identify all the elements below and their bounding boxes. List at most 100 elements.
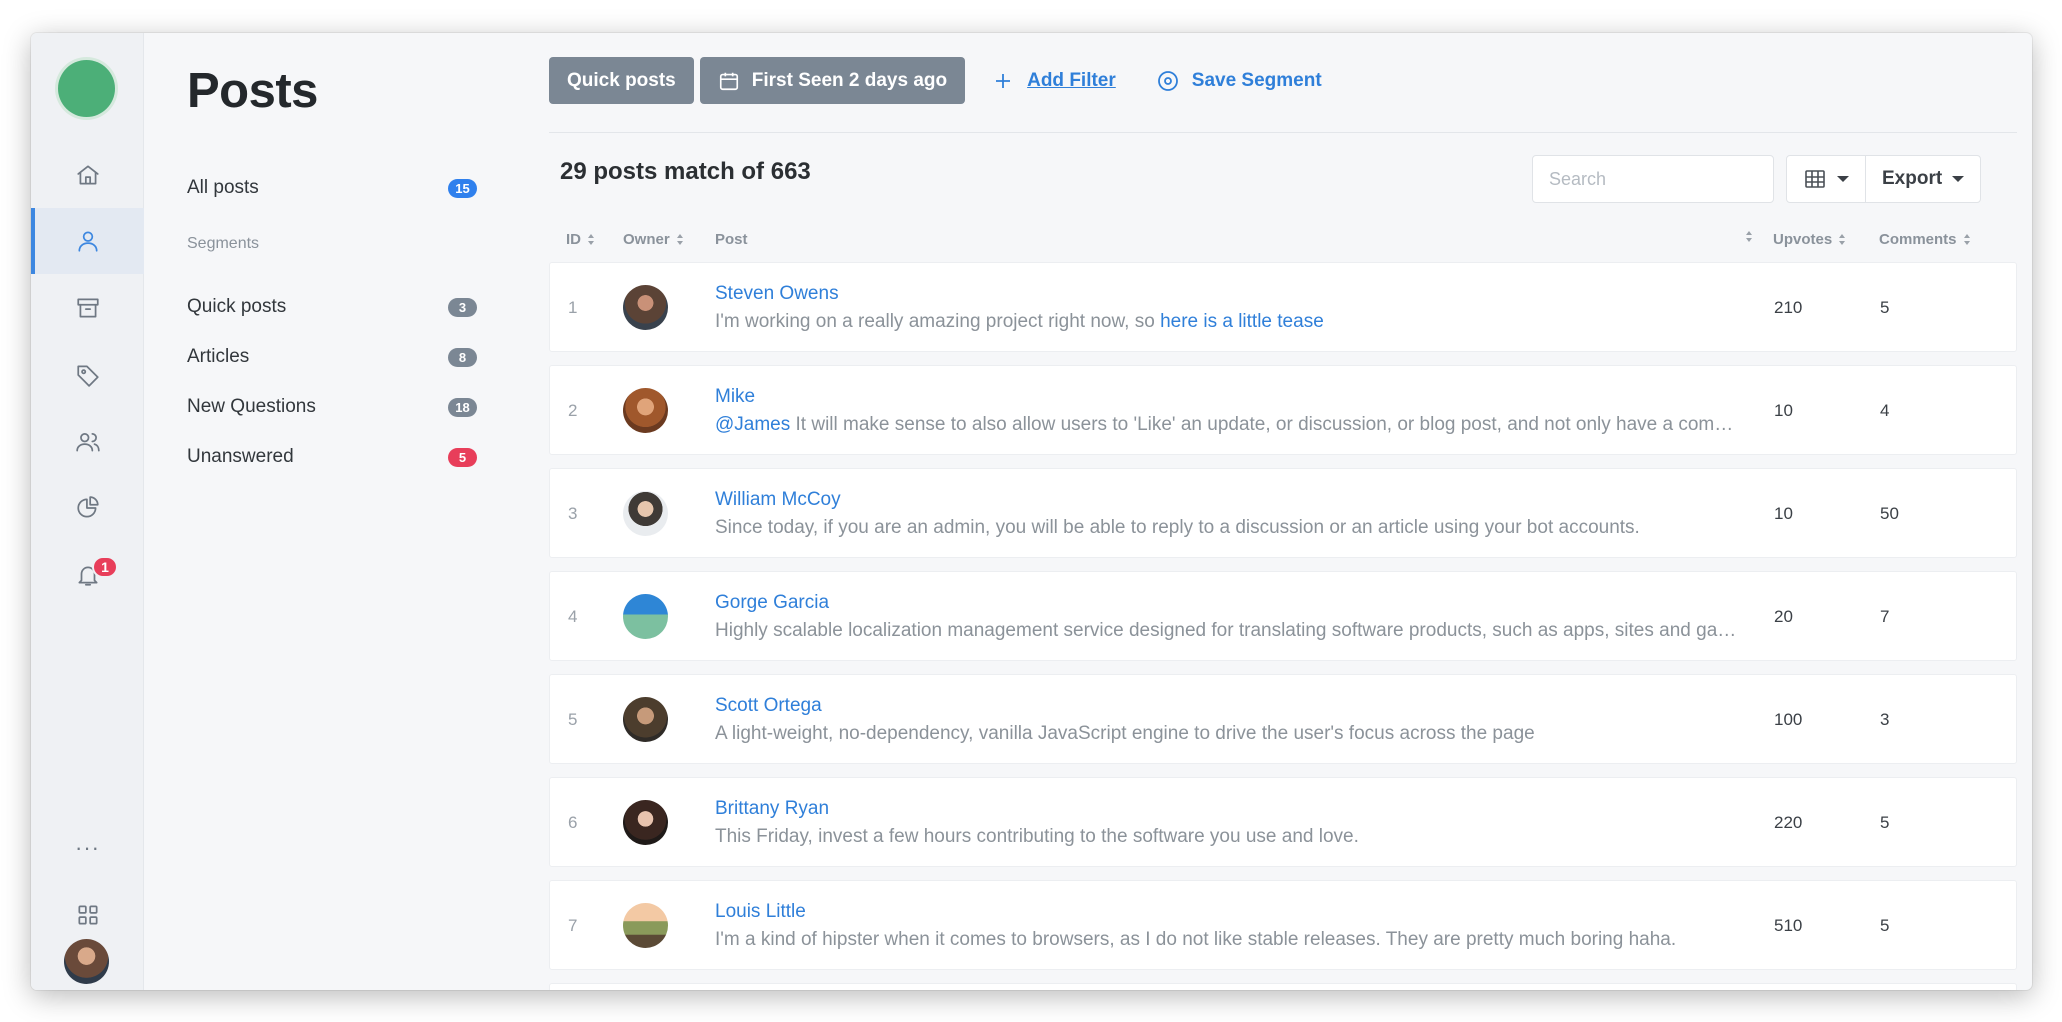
filter-chip-first-seen[interactable]: First Seen 2 days ago — [699, 57, 966, 104]
avatar[interactable] — [623, 285, 668, 330]
owner-name-link[interactable]: Mike — [715, 386, 755, 408]
icon-rail: 1 ··· — [31, 33, 144, 990]
upvotes-count: 10 — [1774, 504, 1793, 523]
column-header-upvotes[interactable]: Upvotes — [1773, 231, 1846, 248]
sort-icon — [588, 234, 595, 245]
upvotes-count: 210 — [1774, 298, 1803, 317]
archive-icon — [76, 298, 99, 318]
rail-analytics[interactable] — [31, 475, 144, 541]
table-row[interactable]: 5 Scott Ortega A light-weight, no-depend… — [549, 674, 2017, 764]
comments-count: 5 — [1880, 813, 1890, 832]
save-segment-button[interactable]: Save Segment — [1156, 69, 1322, 93]
upvotes-count: 20 — [1774, 607, 1793, 626]
mention-link[interactable]: @James — [715, 414, 790, 435]
segment-unanswered[interactable]: Unanswered 5 — [187, 442, 477, 472]
owner-name-link[interactable]: Steven Owens — [715, 283, 839, 305]
column-header-comments[interactable]: Comments — [1879, 231, 1971, 248]
export-label: Export — [1882, 168, 1943, 189]
excerpt-text: It will make sense to also allow users t… — [790, 414, 1745, 435]
rail-more[interactable]: ··· — [31, 815, 144, 881]
avatar[interactable] — [623, 388, 668, 433]
column-label: Upvotes — [1773, 231, 1833, 248]
row-id: 6 — [568, 813, 578, 832]
rail-home[interactable] — [31, 142, 144, 208]
comments-count: 4 — [1880, 401, 1890, 420]
main-content: Quick posts First Seen 2 days ago Add Fi… — [549, 33, 2017, 990]
search-input[interactable] — [1532, 155, 1774, 203]
table-header: ID Owner Post Upvotes Comments — [549, 223, 2017, 259]
excerpt-text: I'm working on a really amazing project … — [715, 311, 1161, 332]
segment-label: Articles — [187, 346, 250, 367]
app-logo[interactable] — [58, 60, 115, 117]
user-icon — [77, 231, 98, 252]
column-header-owner[interactable]: Owner — [623, 231, 684, 248]
owner-name-link[interactable]: Scott Ortega — [715, 695, 822, 717]
rail-archive[interactable] — [31, 275, 144, 341]
row-id: 1 — [568, 298, 578, 317]
rail-team[interactable] — [31, 409, 144, 475]
comments-count: 50 — [1880, 504, 1899, 523]
segment-count-badge: 5 — [448, 447, 477, 467]
upvotes-count: 510 — [1774, 916, 1803, 935]
chevron-down-icon — [1837, 176, 1849, 182]
segment-articles[interactable]: Articles 8 — [187, 342, 477, 372]
upvotes-count: 10 — [1774, 401, 1793, 420]
results-summary: 29 posts match of 663 — [560, 158, 811, 185]
table-row[interactable]: 7 Louis Little I'm a kind of hipster whe… — [549, 880, 2017, 970]
segment-count-badge: 18 — [448, 397, 477, 417]
owner-name-link[interactable]: William McCoy — [715, 489, 841, 511]
row-id: 3 — [568, 504, 578, 523]
user-avatar[interactable] — [64, 939, 109, 984]
avatar[interactable] — [623, 491, 668, 536]
rail-users-profile[interactable] — [31, 208, 144, 274]
rail-tags[interactable] — [31, 342, 144, 408]
segment-quick-posts[interactable]: Quick posts 3 — [187, 292, 477, 322]
column-label: Owner — [623, 231, 670, 248]
excerpt-text: This Friday, invest a few hours contribu… — [715, 826, 1359, 847]
comments-count: 5 — [1880, 298, 1890, 317]
owner-name-link[interactable]: Louis Little — [715, 901, 806, 923]
table-row[interactable]: 1 Steven Owens I'm working on a really a… — [549, 262, 2017, 352]
segment-new-questions[interactable]: New Questions 18 — [187, 392, 477, 422]
add-filter-button[interactable]: Add Filter — [991, 69, 1116, 93]
columns-toggle-button[interactable] — [1787, 156, 1865, 202]
table-row[interactable]: 2 Mike @James It will make sense to also… — [549, 365, 2017, 455]
table-row[interactable]: 6 Brittany Ryan This Friday, invest a fe… — [549, 777, 2017, 867]
sort-icon — [676, 234, 684, 245]
comments-count: 7 — [1880, 607, 1890, 626]
avatar[interactable] — [623, 697, 668, 742]
avatar[interactable] — [623, 903, 668, 948]
column-header-post[interactable]: Post — [715, 231, 748, 248]
excerpt-text: A light-weight, no-dependency, vanilla J… — [715, 723, 1535, 744]
table-row[interactable]: 3 William McCoy Since today, if you are … — [549, 468, 2017, 558]
table-row[interactable] — [549, 983, 2017, 990]
filter-chip-quick-posts[interactable]: Quick posts — [549, 57, 694, 104]
column-label: Post — [715, 231, 748, 248]
users-icon — [75, 433, 100, 452]
comments-count: 5 — [1880, 916, 1890, 935]
post-link[interactable]: here is a little tease — [1160, 311, 1324, 332]
segment-all-posts[interactable]: All posts 15 — [187, 173, 477, 203]
segment-count-badge: 8 — [448, 347, 477, 367]
rail-notifications[interactable]: 1 — [31, 542, 144, 608]
row-id: 2 — [568, 401, 578, 420]
post-excerpt: @James It will make sense to also allow … — [715, 414, 1745, 436]
more-icon: ··· — [75, 835, 100, 860]
upvotes-count: 220 — [1774, 813, 1803, 832]
page-title: Posts — [187, 64, 318, 118]
excerpt-text: Highly scalable localization management … — [715, 620, 1745, 641]
table-row[interactable]: 4 Gorge Garcia Highly scalable localizat… — [549, 571, 2017, 661]
table-grid-icon — [1805, 170, 1825, 188]
target-icon — [1157, 70, 1178, 91]
avatar[interactable] — [623, 800, 668, 845]
segment-label: Unanswered — [187, 446, 294, 467]
column-header-id[interactable]: ID — [566, 231, 595, 248]
owner-name-link[interactable]: Brittany Ryan — [715, 798, 829, 820]
owner-name-link[interactable]: Gorge Garcia — [715, 592, 829, 614]
avatar[interactable] — [623, 594, 668, 639]
export-button[interactable]: Export — [1865, 156, 1980, 202]
comments-count: 3 — [1880, 710, 1890, 729]
row-id: 5 — [568, 710, 578, 729]
post-sort-toggle[interactable] — [1739, 231, 1753, 242]
add-filter-label: Add Filter — [1027, 69, 1116, 91]
